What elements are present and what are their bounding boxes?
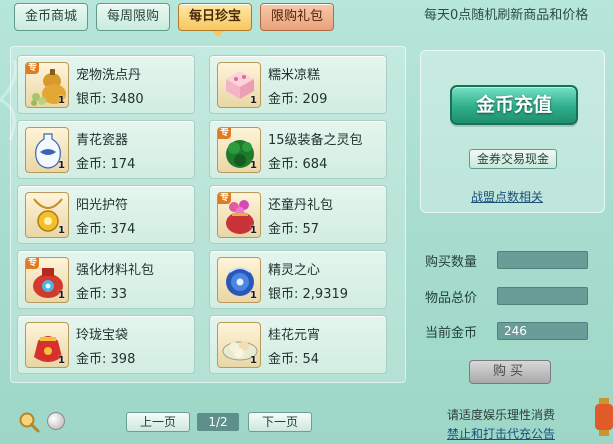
voucher-cash-trade-button[interactable]: 金券交易现金	[469, 149, 557, 169]
purchase-quantity-label: 购买数量	[425, 255, 478, 270]
item-name: 15级装备之灵包	[268, 133, 363, 148]
buy-button[interactable]: 购买	[469, 360, 551, 384]
item-price: 金币: 54	[268, 352, 320, 367]
item-name: 桂花元宵	[268, 328, 321, 343]
anti-proxy-recharge-link[interactable]: 禁止和打击代充公告	[447, 425, 555, 442]
item-name: 强化材料礼包	[76, 263, 155, 278]
item-price: 金币: 174	[76, 157, 136, 172]
item-name: 精灵之心	[268, 263, 321, 278]
item-name: 玲珑宝袋	[76, 328, 129, 343]
item-quantity: 1	[250, 225, 257, 236]
item-grid: 专 1 宠物洗点丹 银币: 3480 1 糯米凉糕 金币: 209 1 青花瓷器…	[10, 46, 406, 383]
item-price: 银币: 3480	[76, 92, 144, 107]
pearl-icon[interactable]	[47, 412, 65, 430]
item-icon-frame: 专 1	[217, 192, 261, 238]
item-card[interactable]: 1 桂花元宵 金币: 54	[209, 315, 387, 374]
page-indicator: 1/2	[197, 413, 239, 431]
item-quantity: 1	[250, 355, 257, 366]
item-card[interactable]: 1 糯米凉糕 金币: 209	[209, 55, 387, 114]
item-name: 还童丹礼包	[268, 198, 334, 213]
item-name: 青花瓷器	[76, 133, 129, 148]
item-card[interactable]: 专 1 强化材料礼包 金币: 33	[17, 250, 195, 309]
item-price: 金币: 684	[268, 157, 328, 172]
shop-window: 金币商城 每周限购 每日珍宝 限购礼包 每天0点随机刷新商品和价格 专 1 宠物…	[0, 0, 613, 444]
item-price: 金币: 209	[268, 92, 328, 107]
moderation-notice: 请适度娱乐理性消费	[447, 408, 556, 422]
total-price-field	[497, 287, 588, 305]
item-quantity: 1	[250, 95, 257, 106]
tab-limited-gift-pack[interactable]: 限购礼包	[260, 3, 335, 31]
shop-tabs: 金币商城 每周限购 每日珍宝 限购礼包	[14, 3, 335, 33]
item-card[interactable]: 专 1 宠物洗点丹 银币: 3480	[17, 55, 195, 114]
item-card[interactable]: 专 1 15级装备之灵包 金币: 684	[209, 120, 387, 179]
item-price: 金币: 33	[76, 287, 128, 302]
purchase-quantity-field[interactable]	[497, 251, 588, 269]
item-icon-frame: 专 1	[217, 127, 261, 173]
item-name: 阳光护符	[76, 198, 129, 213]
item-quantity: 1	[250, 160, 257, 171]
item-price: 金币: 57	[268, 222, 320, 237]
current-gold-label: 当前金币	[425, 326, 478, 341]
lantern-decoration-icon	[595, 398, 613, 436]
item-quantity: 1	[58, 290, 65, 301]
gold-recharge-button[interactable]: 金币充值	[450, 85, 578, 125]
item-icon-frame: 1	[25, 127, 69, 173]
recharge-panel: 金币充值 金券交易现金 战盟点数相关	[420, 50, 605, 213]
item-card[interactable]: 1 精灵之心 银币: 2,9319	[209, 250, 387, 309]
tab-weekly-limited[interactable]: 每周限购	[96, 3, 171, 31]
next-page-button[interactable]: 下一页	[248, 412, 312, 432]
current-gold-field: 246	[497, 322, 588, 340]
exclusive-tag: 专	[218, 193, 232, 204]
item-price: 金币: 398	[76, 352, 136, 367]
item-icon-frame: 专 1	[25, 257, 69, 303]
item-icon-frame: 1	[25, 322, 69, 368]
item-price: 银币: 2,9319	[268, 287, 349, 302]
item-icon-frame: 1	[217, 322, 261, 368]
item-card[interactable]: 1 玲珑宝袋 金币: 398	[17, 315, 195, 374]
item-icon-frame: 1	[25, 192, 69, 238]
item-name: 宠物洗点丹	[76, 68, 142, 83]
item-quantity: 1	[58, 225, 65, 236]
item-icon-frame: 专 1	[25, 62, 69, 108]
exclusive-tag: 专	[26, 258, 40, 269]
magnifier-icon[interactable]	[18, 411, 40, 433]
item-card[interactable]: 1 阳光护符 金币: 374	[17, 185, 195, 244]
refresh-note: 每天0点随机刷新商品和价格	[424, 8, 589, 23]
item-quantity: 1	[58, 95, 65, 106]
item-name: 糯米凉糕	[268, 68, 321, 83]
active-tab-pointer	[212, 31, 224, 37]
tab-daily-treasure[interactable]: 每日珍宝	[178, 3, 253, 31]
item-icon-frame: 1	[217, 257, 261, 303]
guild-points-link[interactable]: 战盟点数相关	[471, 188, 543, 205]
item-card[interactable]: 1 青花瓷器 金币: 174	[17, 120, 195, 179]
exclusive-tag: 专	[26, 63, 40, 74]
item-quantity: 1	[58, 160, 65, 171]
tab-gold-mall[interactable]: 金币商城	[14, 3, 89, 31]
item-price: 金币: 374	[76, 222, 136, 237]
item-icon-frame: 1	[217, 62, 261, 108]
prev-page-button[interactable]: 上一页	[126, 412, 190, 432]
item-quantity: 1	[250, 290, 257, 301]
total-price-label: 物品总价	[425, 291, 478, 306]
exclusive-tag: 专	[218, 128, 232, 139]
item-quantity: 1	[58, 355, 65, 366]
item-card[interactable]: 专 1 还童丹礼包 金币: 57	[209, 185, 387, 244]
